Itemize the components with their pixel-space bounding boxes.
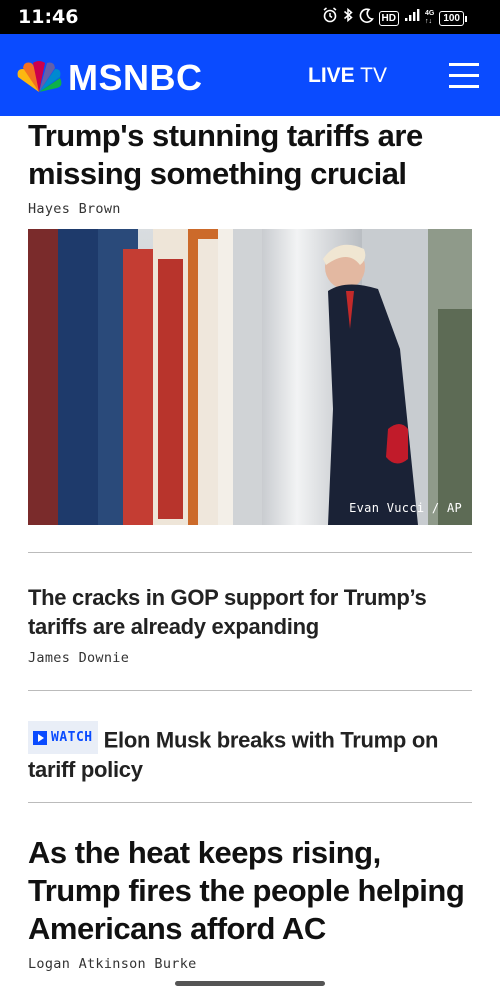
hd-icon: HD bbox=[378, 10, 399, 26]
msnbc-logo[interactable]: MSNBC bbox=[14, 57, 203, 98]
tv-label: TV bbox=[360, 64, 387, 87]
live-tv-link[interactable]: LIVE TV bbox=[308, 64, 387, 88]
article-headline[interactable]: Trump's stunning tariffs are missing som… bbox=[28, 117, 472, 193]
article-2[interactable]: The cracks in GOP support for Trump’s ta… bbox=[28, 583, 472, 666]
article-photo bbox=[28, 229, 472, 525]
article-headline[interactable]: WATCH Elon Musk breaks with Trump on tar… bbox=[28, 721, 472, 784]
article-1[interactable]: Trump's stunning tariffs are missing som… bbox=[28, 117, 472, 217]
article-headline[interactable]: The cracks in GOP support for Trump’s ta… bbox=[28, 583, 472, 641]
signal-icon bbox=[404, 8, 420, 28]
alarm-icon bbox=[322, 7, 338, 29]
article-headline[interactable]: As the heat keeps rising, Trump fires th… bbox=[28, 834, 472, 948]
divider bbox=[28, 552, 472, 553]
watch-badge: WATCH bbox=[28, 721, 98, 754]
network-arrows: ↑↓ bbox=[424, 18, 432, 25]
live-label: LIVE bbox=[308, 64, 355, 87]
brand-name: MSNBC bbox=[68, 57, 203, 98]
battery-icon: 100 bbox=[439, 10, 467, 26]
article-3[interactable]: WATCH Elon Musk breaks with Trump on tar… bbox=[28, 721, 472, 784]
bluetooth-icon bbox=[343, 7, 354, 29]
image-credit: Evan Vucci / AP bbox=[349, 501, 462, 515]
hamburger-menu-icon[interactable] bbox=[449, 63, 479, 89]
status-bar: 11:46 HD 4G ↑↓ 100 bbox=[0, 0, 500, 34]
site-header: MSNBC LIVE TV bbox=[0, 34, 500, 116]
status-time: 11:46 bbox=[18, 6, 79, 28]
divider bbox=[28, 802, 472, 803]
network-icon: 4G ↑↓ bbox=[425, 10, 434, 26]
play-icon bbox=[33, 730, 47, 745]
article-byline[interactable]: Logan Atkinson Burke bbox=[28, 956, 472, 972]
article-4[interactable]: As the heat keeps rising, Trump fires th… bbox=[28, 834, 472, 972]
gesture-bar[interactable] bbox=[175, 981, 325, 986]
moon-icon bbox=[359, 7, 374, 29]
divider bbox=[28, 690, 472, 691]
article-byline[interactable]: Hayes Brown bbox=[28, 201, 472, 217]
watch-label: WATCH bbox=[51, 730, 93, 745]
article-image[interactable]: Evan Vucci / AP bbox=[28, 229, 472, 525]
peacock-icon bbox=[17, 61, 62, 92]
network-type: 4G bbox=[424, 10, 435, 17]
article-byline[interactable]: James Downie bbox=[28, 650, 472, 666]
status-icons: HD 4G ↑↓ 100 bbox=[322, 7, 467, 29]
